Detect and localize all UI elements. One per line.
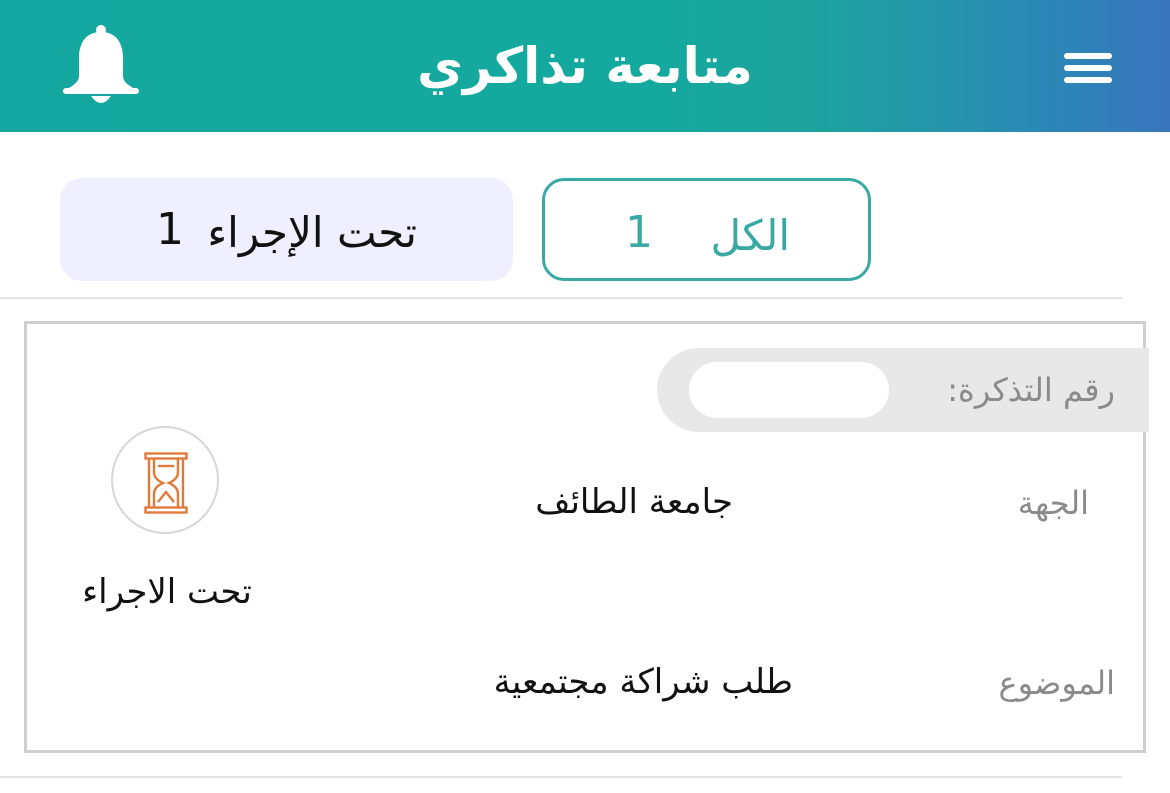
- tab-in-progress-label: تحت الإجراء: [207, 208, 417, 257]
- status-icon-circle: [111, 426, 219, 534]
- tab-in-progress-count: 1: [156, 204, 184, 255]
- ticket-status: تحت الاجراء: [82, 572, 252, 612]
- page-title: متابعة تذاكري: [417, 37, 753, 95]
- bell-icon: [63, 25, 139, 103]
- menu-button[interactable]: [1058, 48, 1118, 88]
- entity-value: جامعة الطائف: [535, 482, 733, 522]
- ticket-card[interactable]: رقم التذكرة: تحت الاجراء الجهة جامعة الط…: [24, 321, 1149, 753]
- menu-icon-bar-middle: [1064, 65, 1112, 71]
- tickets-page: متابعة تذاكري الكل 1 تحت الإجراء 1 رقم ا…: [0, 0, 1170, 793]
- entity-label: الجهة: [1017, 484, 1089, 522]
- ticket-number-label: رقم التذكرة:: [947, 371, 1115, 409]
- hourglass-icon: [144, 452, 188, 514]
- menu-icon-bar-top: [1064, 53, 1112, 59]
- ticket-number-redacted: [689, 362, 889, 418]
- notifications-button[interactable]: [55, 20, 147, 112]
- app-header: متابعة تذاكري: [0, 0, 1170, 132]
- menu-icon-bar-bottom: [1064, 77, 1112, 83]
- subject-label: الموضوع: [998, 664, 1115, 702]
- tab-in-progress[interactable]: تحت الإجراء 1: [60, 178, 513, 281]
- tab-all[interactable]: الكل 1: [542, 178, 871, 281]
- ticket-number-pill: رقم التذكرة:: [657, 348, 1149, 432]
- bottom-divider: [0, 776, 1122, 778]
- tab-all-label: الكل: [710, 211, 790, 260]
- tab-all-count: 1: [625, 207, 653, 258]
- subject-value: طلب شراكة مجتمعية: [493, 662, 793, 702]
- tabs-divider: [0, 297, 1122, 299]
